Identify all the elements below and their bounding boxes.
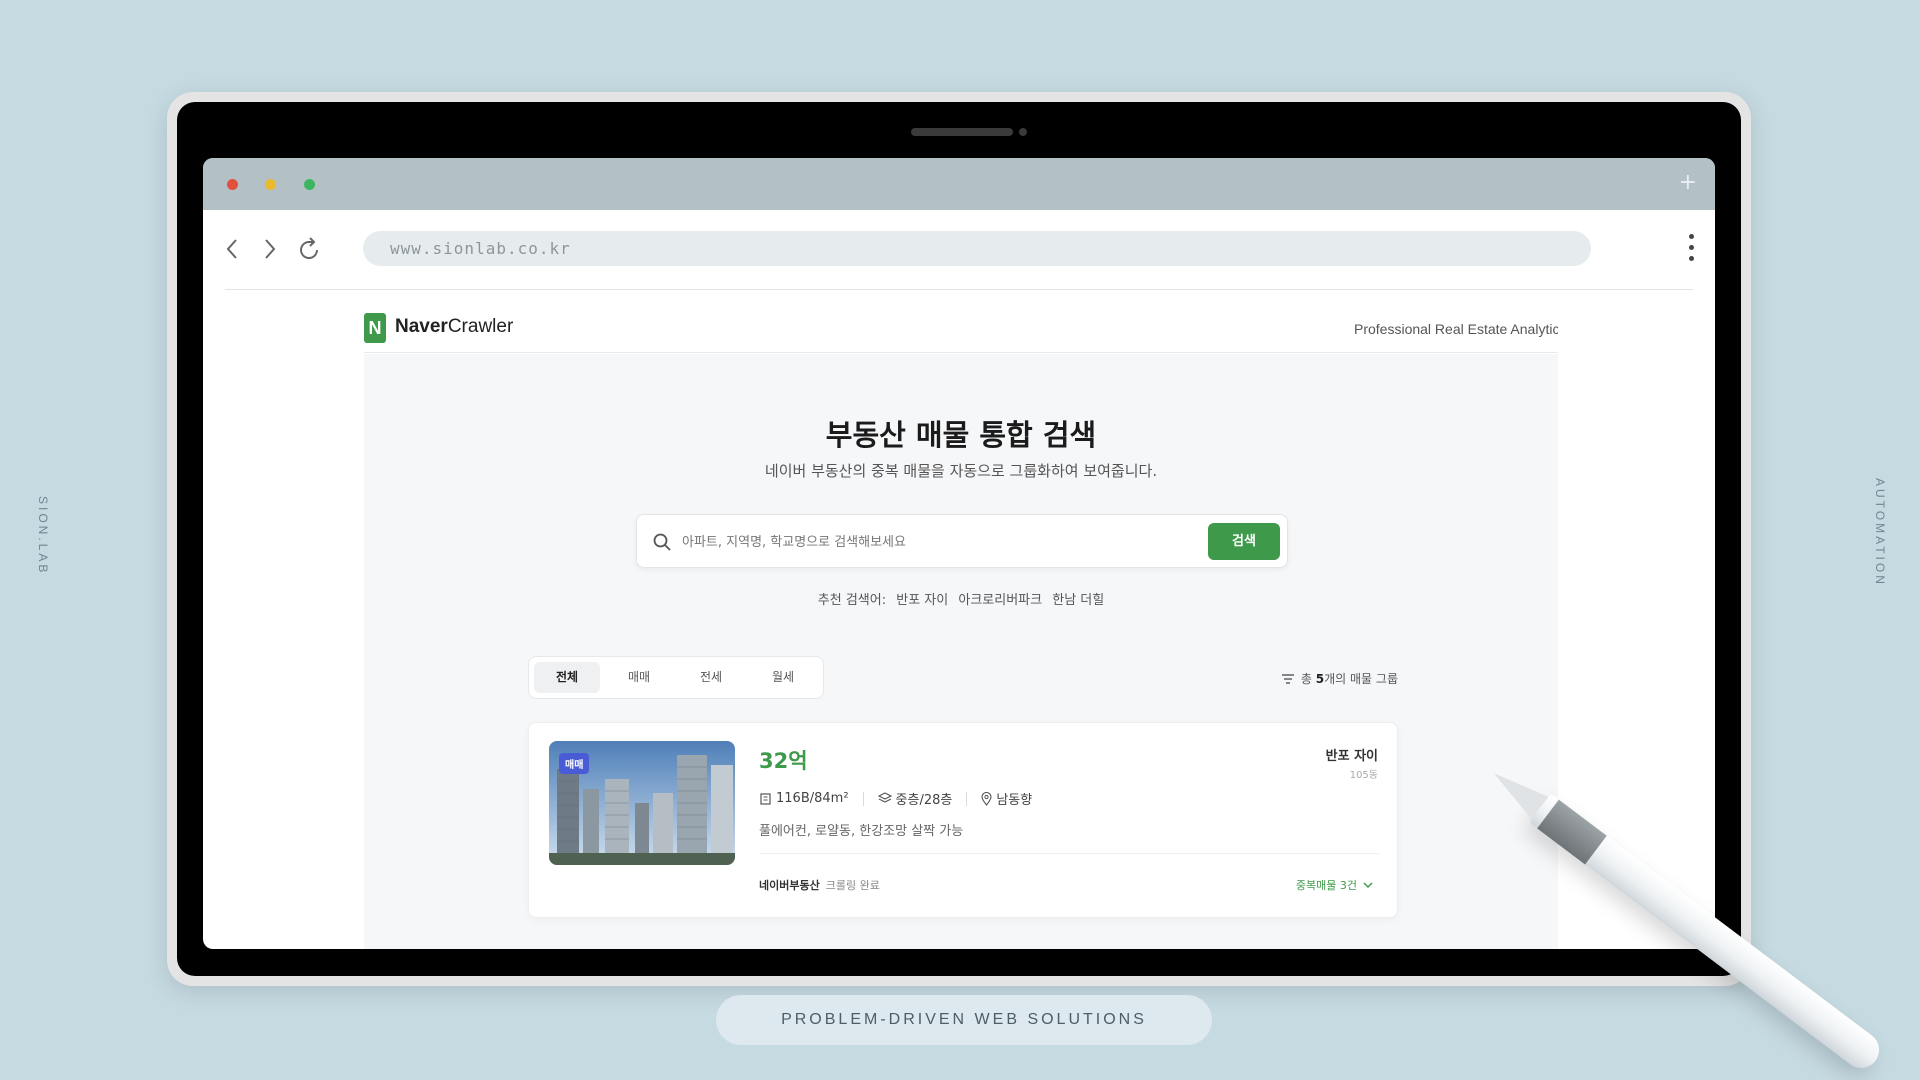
app-page: N NaverCrawler Professional Real Estate … [364,303,1558,949]
listing-thumbnail[interactable]: 매매 [549,741,735,865]
layers-icon [877,792,892,803]
bottom-tagline: PROBLEM-DRIVEN WEB SOLUTIONS [716,995,1212,1045]
direction-value: 남동향 [996,793,1033,808]
floor-value: 중층/28층 [895,793,953,808]
spec-divider [966,791,968,806]
complex-name: 반포 자이 [1325,749,1378,764]
tab-sale[interactable]: 매매 [606,662,672,693]
building-icon [760,793,771,805]
summary-count: 5 [1315,672,1325,686]
address-bar[interactable]: www.sionlab.co.kr [363,231,1591,266]
listing-card[interactable]: 매매 32억 반포 자이 105동 116B/84m² 중층/28층 남동향 풀… [528,722,1398,918]
duplicates-toggle[interactable]: 중복매물 3건 [1296,877,1373,893]
chevron-down-icon [1363,881,1373,888]
tab-all[interactable]: 전체 [534,662,600,693]
card-divider [759,853,1379,854]
filter-icon[interactable] [1281,673,1295,685]
listing-price: 32억 [759,749,808,773]
complex-info: 반포 자이 105동 [1326,745,1378,781]
maximize-window-dot[interactable] [304,179,315,190]
page-subtitle: 네이버 부동산의 중복 매물을 자동으로 그룹화하여 보여줍니다. [764,462,1158,480]
search-input[interactable] [682,529,1202,555]
spec-floor: 중층/28층 [877,789,953,808]
map-pin-icon [981,791,992,806]
spec-area: 116B/84m² [759,791,849,806]
spec-divider [862,791,864,806]
recommend-label: 추천 검색어: [817,593,887,608]
duplicates-label: 중복매물 3건 [1295,879,1357,892]
recommend-item[interactable]: 반포 자이 [896,593,948,608]
logo-bold-text: Naver [395,316,448,337]
recommend-item[interactable]: 한남 더힐 [1052,593,1104,608]
browser-window: + www.sionlab.co.kr N NaverCrawler Profe… [203,158,1715,949]
source-name: 네이버부동산 [759,879,820,892]
deal-type-badge: 매매 [559,753,590,774]
camera-icon [1019,128,1027,136]
reload-button[interactable] [293,232,327,266]
new-tab-button[interactable]: + [1679,170,1697,195]
search-box: 검색 [636,514,1288,568]
reload-icon [300,237,318,259]
menu-dot-icon [1688,234,1694,239]
summary-suffix: 개의 매물 그룹 [1324,672,1398,686]
browser-menu-button[interactable] [1683,234,1699,266]
area-value: 116B/84m² [776,791,849,806]
side-label-left: SION.LAB [36,496,50,576]
deal-type-tabs: 전체 매매 전세 월세 [528,656,824,699]
listing-specs: 116B/84m² 중층/28층 남동향 [759,789,1032,808]
recommend-item[interactable]: 아크로리버파크 [958,593,1042,608]
recommended-searches: 추천 검색어: 반포 자이 아크로리버파크 한남 더힐 [364,589,1558,608]
minimize-window-dot[interactable] [265,179,276,190]
complex-dong: 105동 [1349,770,1378,781]
summary-prefix: 총 [1300,672,1312,686]
app-header: N NaverCrawler Professional Real Estate … [364,303,1558,353]
listing-description: 풀에어컨, 로얄동, 한강조망 살짝 가능 [759,824,964,839]
forward-button[interactable] [253,232,287,266]
menu-dot-icon [1688,256,1694,261]
page-title: 부동산 매물 통합 검색 [825,418,1097,452]
result-summary: 총 5개의 매물 그룹 [1281,670,1398,687]
chevron-right-icon [265,239,276,259]
chevron-left-icon [226,239,237,259]
navbar-divider [225,289,1693,290]
close-window-dot[interactable] [227,179,238,190]
back-button[interactable] [215,232,249,266]
crawl-status: 크롤링 완료 [825,879,880,892]
search-button[interactable]: 검색 [1208,523,1280,560]
menu-dot-icon [1688,245,1694,250]
logo-mark[interactable]: N [364,313,386,343]
tab-jeonse[interactable]: 전세 [678,662,744,693]
main-content: 부동산 매물 통합 검색 네이버 부동산의 중복 매물을 자동으로 그룹화하여 … [364,354,1558,949]
search-icon [653,533,671,551]
logo-light-text: Crawler [447,316,514,337]
browser-titlebar: + [203,158,1715,210]
listing-source: 네이버부동산 크롤링 완료 [759,877,880,893]
speaker-grille [911,128,1013,136]
browser-navbar: www.sionlab.co.kr [203,210,1715,290]
tab-monthly[interactable]: 월세 [750,662,816,693]
logo-text[interactable]: NaverCrawler [395,316,513,338]
spec-direction: 남동향 [981,789,1032,808]
side-label-right: AUTOMATION [1873,478,1887,587]
header-tagline: Professional Real Estate Analytic [1354,321,1558,337]
